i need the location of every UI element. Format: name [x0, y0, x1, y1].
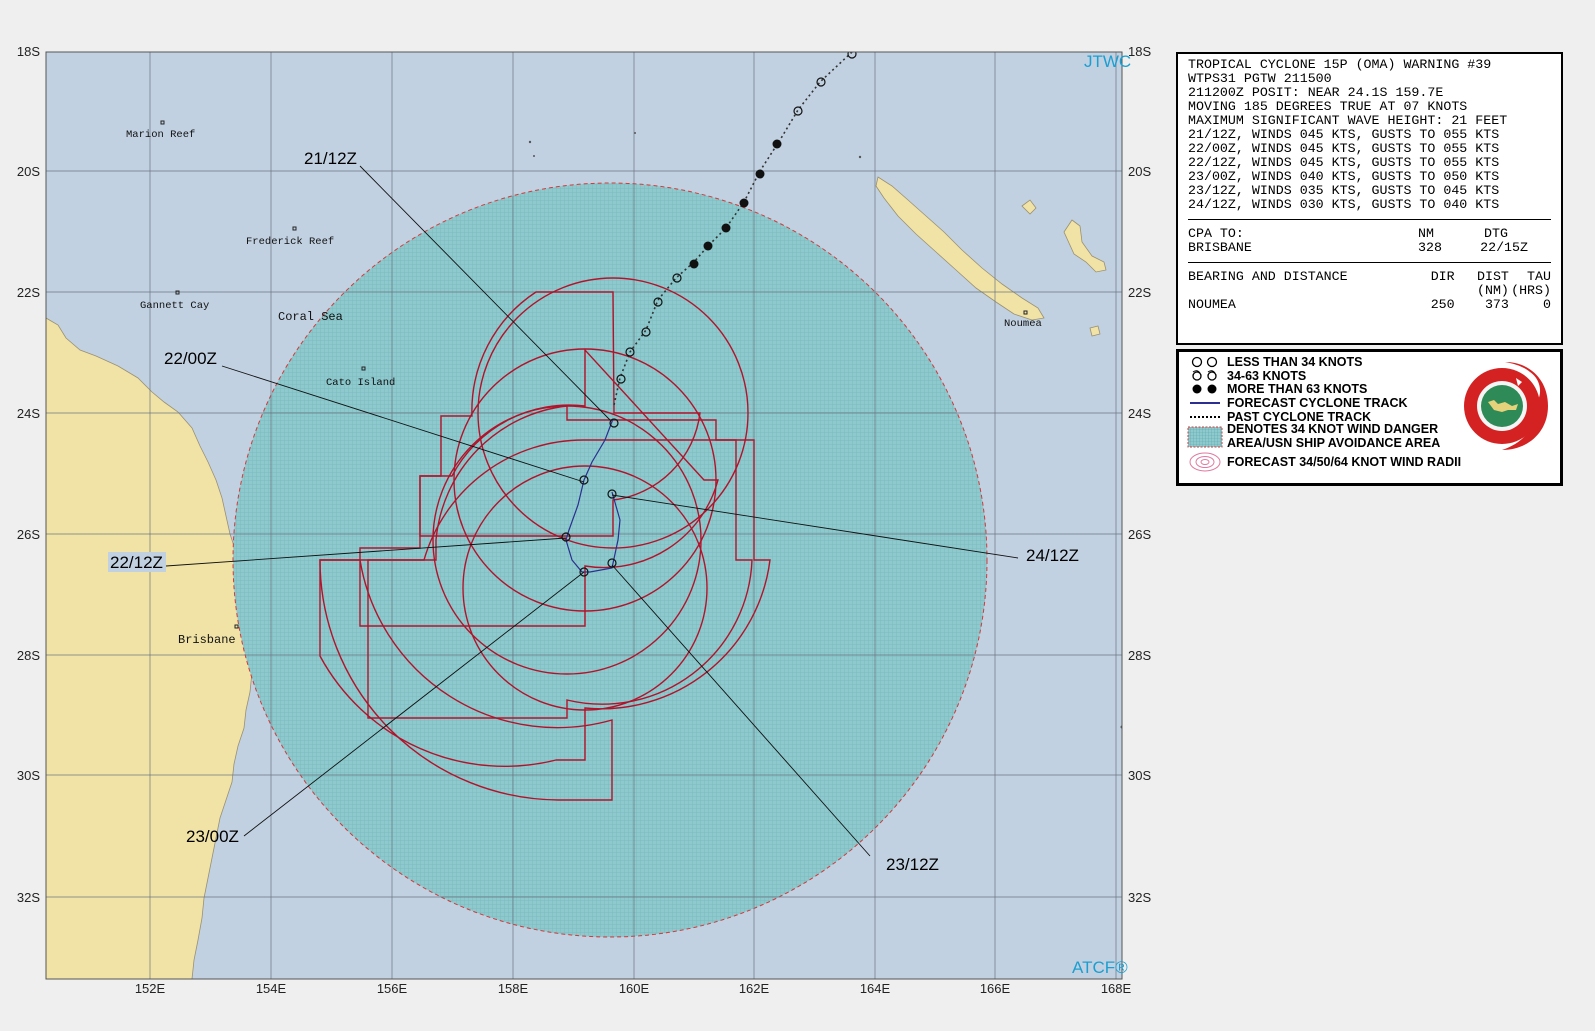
weak-storm-icon — [1183, 355, 1227, 368]
lat-label: 26S — [17, 527, 40, 542]
lat-label: 18S — [17, 44, 40, 59]
bearing-header-row: BEARING AND DISTANCE DIR DIST TAU — [1188, 270, 1551, 284]
wind-radii-icon — [1183, 452, 1227, 472]
place-label-coral-sea: Coral Sea — [278, 310, 343, 324]
lon-label: 156E — [377, 981, 408, 996]
lon-labels: 152E 154E 156E 158E 160E 162E 164E 166E … — [135, 981, 1132, 996]
danger-area-icon — [1183, 426, 1227, 448]
place-label-gannett-cay: Gannett Cay — [140, 300, 209, 312]
bearing-label: BEARING AND DISTANCE — [1188, 269, 1348, 284]
bearing-place: NOUMEA — [1188, 297, 1236, 312]
place-label-frederick-reef: Frederick Reef — [246, 236, 334, 248]
lat-labels-right: 18S 20S 22S 24S 26S 28S 30S 32S — [1128, 44, 1151, 905]
forecast-time-label: 24/12Z — [1026, 546, 1079, 565]
info-line: 211200Z POSIT: NEAR 24.1S 159.7E — [1188, 85, 1444, 100]
legend-label: MORE THAN 63 KNOTS — [1227, 382, 1368, 397]
info-line: MAXIMUM SIGNIFICANT WAVE HEIGHT: 21 FEET — [1188, 113, 1508, 128]
place-label-noumea: Noumea — [1004, 318, 1042, 330]
legend-label: LESS THAN 34 KNOTS — [1227, 354, 1363, 369]
legend-item: FORECAST 34/50/64 KNOT WIND RADII — [1183, 450, 1556, 474]
lat-label: 30S — [17, 768, 40, 783]
lat-label: 24S — [1128, 406, 1151, 421]
bearing-tau-header: TAU — [1527, 269, 1551, 284]
info-line: 23/00Z, WINDS 040 KTS, GUSTS TO 050 KTS — [1188, 169, 1500, 184]
lat-labels-left: 18S 20S 22S 24S 26S 28S 30S 32S — [17, 44, 40, 905]
map-canvas: 18S 20S 22S 24S 26S 28S 30S 32S 18S 20S … — [17, 44, 1152, 996]
atcf-brand: ATCF® — [1072, 958, 1128, 977]
lon-label: 158E — [498, 981, 529, 996]
lon-label: 152E — [135, 981, 166, 996]
divider — [1188, 219, 1551, 220]
lon-label: 154E — [256, 981, 287, 996]
bearing-tau-unit: (HRS) — [1511, 283, 1551, 298]
lat-label: 32S — [1128, 890, 1151, 905]
lon-label: 162E — [739, 981, 770, 996]
cpa-nm-header: NM — [1418, 226, 1434, 241]
legend-label: FORECAST CYCLONE TRACK — [1227, 395, 1408, 410]
lat-label: 30S — [1128, 768, 1151, 783]
bearing-dist-unit: (NM) — [1476, 283, 1509, 298]
cpa-value-row: BRISBANE 328 22/15Z — [1188, 241, 1551, 255]
lat-label: 24S — [17, 406, 40, 421]
info-line: WTPS31 PGTW 211500 — [1188, 71, 1332, 86]
place-label-brisbane: Brisbane — [178, 633, 236, 647]
lon-label: 160E — [619, 981, 650, 996]
lat-label: 32S — [17, 890, 40, 905]
lat-label: 26S — [1128, 527, 1151, 542]
legend-panel: LESS THAN 34 KNOTS 34-63 KNOTS MORE THAN… — [1176, 349, 1563, 486]
lat-label: 28S — [1128, 648, 1151, 663]
legend-label: 34-63 KNOTS — [1227, 368, 1307, 383]
bearing-unit-row: (NM) (HRS) — [1188, 284, 1551, 298]
info-line: MOVING 185 DEGREES TRUE AT 07 KNOTS — [1188, 99, 1468, 114]
forecast-time-label: 22/00Z — [164, 349, 217, 368]
info-line: 22/00Z, WINDS 045 KTS, GUSTS TO 055 KTS — [1188, 141, 1500, 156]
bearing-dist-header: DIST — [1476, 269, 1509, 284]
place-label-marion-reef: Marion Reef — [126, 129, 195, 141]
place-label-cato-island: Cato Island — [326, 377, 395, 389]
warning-info-panel: TROPICAL CYCLONE 15P (OMA) WARNING #39 W… — [1176, 52, 1563, 345]
info-line: 21/12Z, WINDS 045 KTS, GUSTS TO 055 KTS — [1188, 127, 1500, 142]
cpa-nm: 328 — [1418, 240, 1442, 255]
cpa-place: BRISBANE — [1188, 240, 1252, 255]
info-line: 23/12Z, WINDS 035 KTS, GUSTS TO 045 KTS — [1188, 183, 1500, 198]
tropical-storm-icon — [1183, 369, 1227, 382]
forecast-time-label: 22/12Z — [110, 553, 163, 572]
typhoon-icon — [1183, 383, 1227, 396]
lat-label: 20S — [1128, 164, 1151, 179]
cpa-label: CPA TO: — [1188, 226, 1244, 241]
lat-label: 28S — [17, 648, 40, 663]
lat-label: 20S — [17, 164, 40, 179]
lat-label: 18S — [1128, 44, 1151, 59]
lon-label: 166E — [980, 981, 1011, 996]
bearing-tau: 0 — [1543, 297, 1551, 312]
forecast-time-label: 21/12Z — [304, 149, 357, 168]
cpa-dtg-header: DTG — [1484, 226, 1508, 241]
info-line: 22/12Z, WINDS 045 KTS, GUSTS TO 055 KTS — [1188, 155, 1500, 170]
info-line: TROPICAL CYCLONE 15P (OMA) WARNING #39 — [1188, 57, 1492, 72]
info-line: 24/12Z, WINDS 030 KTS, GUSTS TO 040 KTS — [1188, 197, 1500, 212]
lon-label: 164E — [860, 981, 891, 996]
divider — [1188, 262, 1551, 263]
lon-label: 168E — [1101, 981, 1132, 996]
cpa-dtg: 22/15Z — [1480, 240, 1528, 255]
lat-label: 22S — [17, 285, 40, 300]
jtwc-brand: JTWC — [1084, 52, 1131, 71]
forecast-track-icon — [1183, 396, 1227, 409]
forecast-time-label: 23/00Z — [186, 827, 239, 846]
bearing-value-row: NOUMEA 250 373 0 — [1188, 298, 1551, 312]
past-track-icon — [1183, 410, 1227, 423]
bearing-dir-header: DIR — [1430, 269, 1455, 284]
bearing-dist: 373 — [1484, 297, 1509, 312]
jtwc-seal-logo — [1464, 362, 1548, 450]
cpa-header-row: CPA TO: NM DTG — [1188, 227, 1551, 241]
lat-label: 22S — [1128, 285, 1151, 300]
forecast-time-label: 23/12Z — [886, 855, 939, 874]
bearing-dir: 250 — [1430, 297, 1455, 312]
legend-label: DENOTES 34 KNOT WIND DANGER AREA/USN SHIP… — [1227, 422, 1441, 450]
legend-label: FORECAST 34/50/64 KNOT WIND RADII — [1227, 455, 1462, 470]
isle-of-pines — [1089, 325, 1101, 337]
